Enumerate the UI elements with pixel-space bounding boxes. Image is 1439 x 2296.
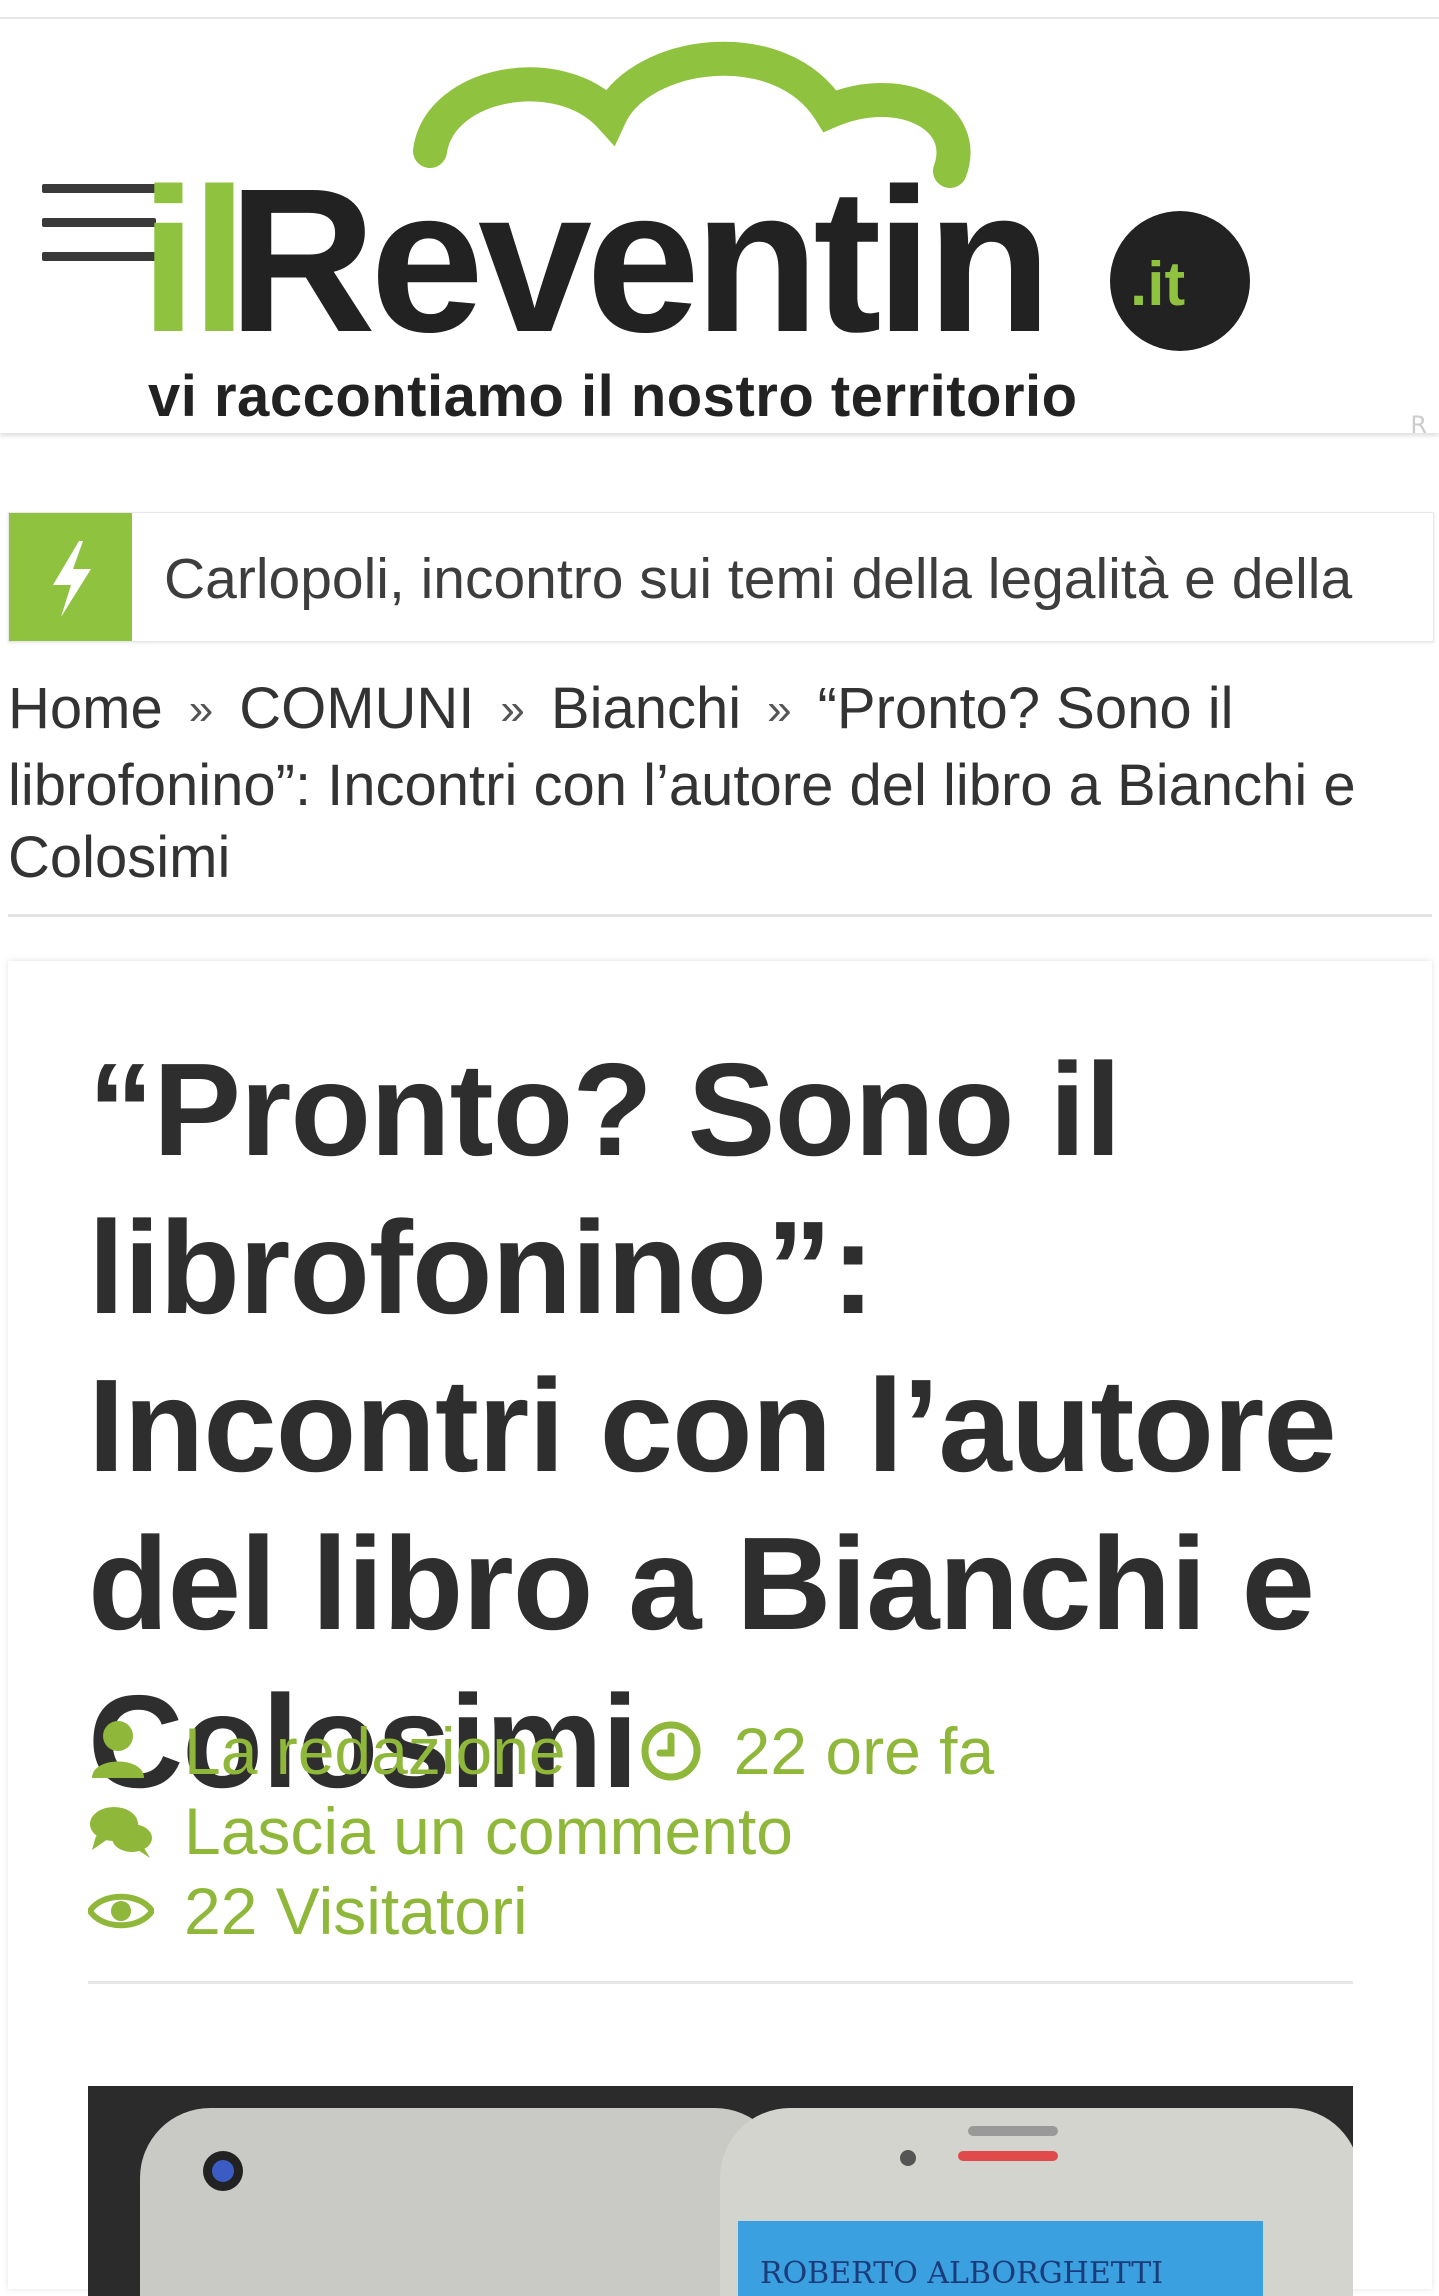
site-logo[interactable]: il Reventin .it vi raccontiamo il nostro… <box>140 41 1270 431</box>
eye-icon <box>88 1893 154 1929</box>
phone-book-illustration: ROBERTO ALBORGHETTI <box>88 2086 1353 2296</box>
leave-comment-link[interactable]: Lascia un commento <box>184 1793 793 1869</box>
breadcrumb-comuni[interactable]: COMUNI <box>239 676 474 741</box>
menu-hamburger-icon[interactable] <box>42 184 156 262</box>
article-featured-image[interactable]: ROBERTO ALBORGHETTI <box>88 2086 1353 2296</box>
breadcrumb: Home» COMUNI» Bianchi» “Pronto? Sono il lib… <box>8 673 1428 894</box>
breadcrumb-divider <box>8 914 1432 917</box>
ticker-headline[interactable]: Carlopoli, incontro sui temi della legal… <box>164 546 1352 612</box>
meta-row-comments: Lascia un commento <box>88 1791 1388 1871</box>
lightning-bolt-icon <box>9 513 132 641</box>
user-icon <box>92 1721 144 1778</box>
clock-icon <box>641 1721 701 1781</box>
breadcrumb-separator: » <box>188 685 214 734</box>
logo-wordmark: Reventin <box>228 146 1046 361</box>
article-card: “Pronto? Sono il librofonino”: Incontri … <box>8 961 1432 2296</box>
breadcrumb-separator: » <box>500 685 525 734</box>
registered-mark: R <box>1410 411 1427 439</box>
meta-row-visitors: 22 Visitatori <box>88 1871 1388 1951</box>
svg-text:il: il <box>140 146 242 361</box>
breadcrumb-home[interactable]: Home <box>8 676 163 741</box>
image-caption: ROBERTO ALBORGHETTI <box>760 2256 1163 2291</box>
breadcrumb-separator: » <box>767 685 792 734</box>
article-title: “Pronto? Sono il librofonino”: Incontri … <box>88 1036 1337 1815</box>
svg-text:.it: .it <box>1130 250 1185 319</box>
site-header: il Reventin .it vi raccontiamo il nostro… <box>0 19 1439 439</box>
visitor-count: 22 Visitatori <box>184 1874 528 1948</box>
author-link[interactable]: La redazione <box>184 1713 566 1789</box>
publish-time: 22 ore fa <box>733 1714 995 1788</box>
article-meta: La redazione 22 ore fa Lascia un comment… <box>88 1711 1388 1951</box>
breadcrumb-bianchi[interactable]: Bianchi <box>551 676 741 741</box>
meta-divider <box>88 1981 1353 1984</box>
breaking-news-ticker[interactable]: Carlopoli, incontro sui temi della legal… <box>8 512 1434 642</box>
comments-icon <box>90 1807 152 1858</box>
meta-row-author-time: La redazione 22 ore fa <box>88 1711 1388 1791</box>
logo-graphic: il Reventin .it <box>140 41 1250 361</box>
logo-tagline: vi raccontiamo il nostro territorio <box>148 364 1078 429</box>
